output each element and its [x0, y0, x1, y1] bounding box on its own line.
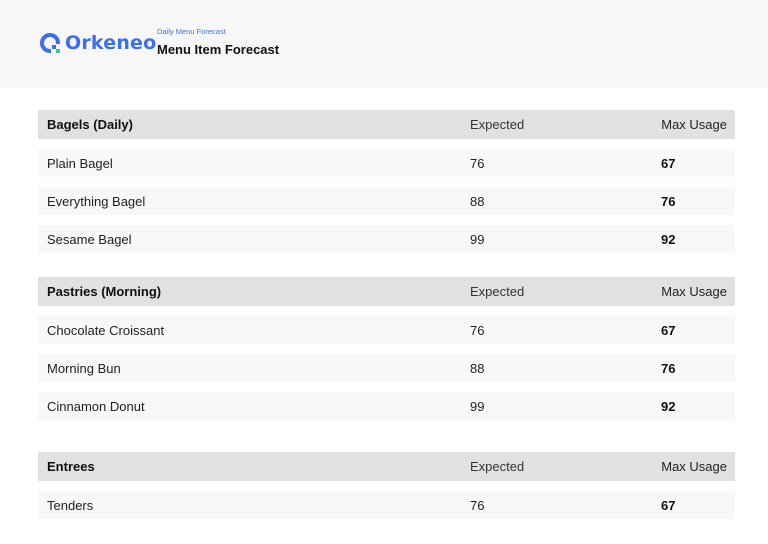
max-usage-value: 67: [661, 156, 676, 171]
column-header-expected: Expected: [470, 284, 525, 299]
column-header-max-usage: Max Usage: [661, 284, 727, 299]
section-bagels: Bagels (Daily) Expected Max Usage Plain …: [38, 110, 735, 253]
table-row: Morning Bun 88 76: [38, 354, 735, 382]
item-name: Chocolate Croissant: [47, 323, 165, 338]
expected-value: 99: [470, 399, 485, 414]
brand-logo[interactable]: Orkeneo: [39, 32, 156, 54]
expected-value: 76: [470, 323, 485, 338]
table-row: Plain Bagel 76 67: [38, 149, 735, 177]
section-entrees: Entrees Expected Max Usage Tenders 76 67: [38, 452, 735, 519]
item-name: Sesame Bagel: [47, 232, 132, 247]
item-name: Morning Bun: [47, 361, 121, 376]
expected-value: 88: [470, 194, 485, 209]
column-header-max-usage: Max Usage: [661, 117, 727, 132]
section-header: Bagels (Daily) Expected Max Usage: [38, 110, 735, 139]
column-header-expected: Expected: [470, 117, 525, 132]
table-row: Everything Bagel 88 76: [38, 187, 735, 215]
app-header: Orkeneo Daily Menu Forecast Menu Item Fo…: [0, 0, 768, 88]
section-header: Entrees Expected Max Usage: [38, 452, 735, 481]
expected-value: 76: [470, 498, 485, 513]
max-usage-value: 92: [661, 232, 676, 247]
table-row: Chocolate Croissant 76 67: [38, 316, 735, 344]
section-title: Bagels (Daily): [47, 117, 133, 132]
section-title: Entrees: [47, 459, 95, 474]
table-row: Sesame Bagel 99 92: [38, 225, 735, 253]
max-usage-value: 67: [661, 498, 676, 513]
item-name: Plain Bagel: [47, 156, 113, 171]
page-title: Menu Item Forecast: [157, 42, 280, 57]
expected-value: 99: [470, 232, 485, 247]
table-row: Tenders 76 67: [38, 491, 735, 519]
column-header-expected: Expected: [470, 459, 525, 474]
section-title: Pastries (Morning): [47, 284, 162, 299]
table-row: Cinnamon Donut 99 92: [38, 392, 735, 420]
item-name: Tenders: [47, 498, 94, 513]
page-kicker: Daily Menu Forecast: [157, 27, 226, 36]
max-usage-value: 67: [661, 323, 676, 338]
item-name: Cinnamon Donut: [47, 399, 145, 414]
section-header: Pastries (Morning) Expected Max Usage: [38, 277, 735, 306]
max-usage-value: 76: [661, 361, 676, 376]
item-name: Everything Bagel: [47, 194, 146, 209]
max-usage-value: 76: [661, 194, 676, 209]
section-pastries: Pastries (Morning) Expected Max Usage Ch…: [38, 277, 735, 420]
column-header-max-usage: Max Usage: [661, 459, 727, 474]
max-usage-value: 92: [661, 399, 676, 414]
brand-name: Orkeneo: [65, 32, 157, 54]
expected-value: 88: [470, 361, 485, 376]
expected-value: 76: [470, 156, 485, 171]
orkeneo-logo-icon: [40, 33, 61, 54]
forecast-tables: Bagels (Daily) Expected Max Usage Plain …: [38, 110, 735, 544]
